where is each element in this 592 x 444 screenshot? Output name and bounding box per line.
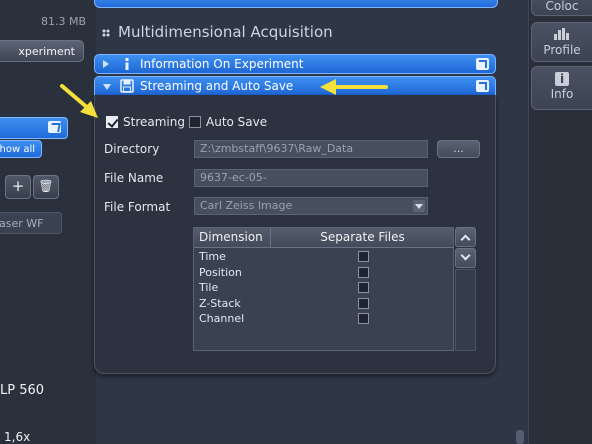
collapse-arrow-icon[interactable] [103, 84, 111, 90]
table-scroll-up-button[interactable] [455, 227, 476, 247]
row-name: Tile [199, 281, 219, 294]
right-tool-panel: Coloc Profile i Info [528, 0, 592, 444]
collapsed-top-bar[interactable] [94, 0, 498, 8]
tab-profile[interactable]: Profile [531, 22, 592, 62]
fileformat-select[interactable]: Carl Zeiss Image [194, 197, 428, 215]
chevron-down-icon[interactable] [413, 200, 425, 212]
row-name: Time [199, 250, 226, 263]
table-row: Channel [194, 311, 453, 326]
external-window-icon[interactable] [476, 58, 489, 70]
autosave-checkbox[interactable] [189, 116, 201, 128]
table-scroll-track[interactable] [455, 269, 476, 351]
separate-files-checkbox[interactable] [358, 298, 369, 309]
table-row: Time [194, 249, 453, 264]
info-icon: i [532, 72, 592, 86]
directory-label: Directory [104, 142, 160, 156]
left-panel: 81.3 MB xperiment how all + 🗑 aser WF LP… [0, 0, 96, 444]
table-header: Dimension Separate Files [194, 228, 453, 248]
save-disk-icon [120, 79, 134, 93]
streaming-label: Streaming [123, 115, 185, 129]
filename-label: File Name [104, 171, 164, 185]
filename-field[interactable]: 9637-ec-05- [194, 169, 428, 187]
col-dimension[interactable]: Dimension [199, 228, 263, 247]
add-button[interactable]: + [5, 175, 31, 199]
scrollbar-handle[interactable] [516, 430, 524, 444]
delete-button[interactable]: 🗑 [33, 175, 59, 199]
magnification-label: 1,6x [4, 430, 31, 444]
tab-profile-label: Profile [543, 43, 581, 57]
annotation-arrow-icon [60, 84, 98, 118]
tab-coloc[interactable]: Coloc [531, 0, 592, 16]
row-name: Position [199, 266, 242, 279]
memory-size: 81.3 MB [40, 15, 86, 28]
expand-arrow-icon[interactable] [103, 60, 109, 68]
row-name: Channel [199, 312, 245, 325]
section-title-text: Multidimensional Acquisition [118, 23, 333, 41]
tab-coloc-label: Coloc [545, 0, 579, 13]
external-window-icon[interactable] [48, 121, 61, 133]
streaming-title: Streaming and Auto Save [140, 79, 294, 93]
tab-info[interactable]: i Info [531, 66, 592, 110]
separate-files-checkbox[interactable] [358, 267, 369, 278]
grip-icon [102, 28, 110, 37]
histogram-icon [532, 28, 592, 42]
separate-files-checkbox[interactable] [358, 282, 369, 293]
laser-field[interactable]: aser WF [0, 212, 62, 234]
separate-files-checkbox[interactable] [358, 313, 369, 324]
external-window-icon[interactable] [476, 80, 489, 92]
table-row: Z-Stack [194, 296, 453, 311]
dimension-table: Dimension Separate Files Time Position T… [193, 227, 454, 351]
col-separate-files[interactable]: Separate Files [270, 228, 454, 247]
tab-info-label: Info [550, 87, 574, 101]
table-row: Position [194, 265, 453, 280]
section-title: Multidimensional Acquisition [102, 23, 333, 41]
table-row: Tile [194, 280, 453, 295]
info-experiment-title: Information On Experiment [140, 57, 304, 71]
separate-files-checkbox[interactable] [358, 251, 369, 262]
fileformat-label: File Format [104, 200, 171, 214]
fileformat-value: Carl Zeiss Image [200, 199, 293, 212]
experiment-button[interactable]: xperiment [0, 40, 84, 62]
browse-button[interactable]: ... [437, 140, 480, 158]
info-icon [125, 58, 129, 70]
row-name: Z-Stack [199, 297, 241, 310]
autosave-label: Auto Save [206, 115, 268, 129]
lp-label: LP 560 [0, 383, 45, 398]
directory-field[interactable]: Z:\zmbstaff\9637\Raw_Data [194, 140, 428, 158]
annotation-arrow-icon [320, 79, 388, 95]
streaming-checkbox[interactable] [106, 116, 118, 128]
main-scrollbar[interactable] [516, 0, 524, 444]
streaming-bar[interactable]: Streaming and Auto Save [94, 76, 496, 96]
show-all-button[interactable]: how all [0, 140, 42, 158]
info-experiment-bar[interactable]: Information On Experiment [94, 54, 496, 74]
table-scroll-down-button[interactable] [455, 248, 476, 268]
